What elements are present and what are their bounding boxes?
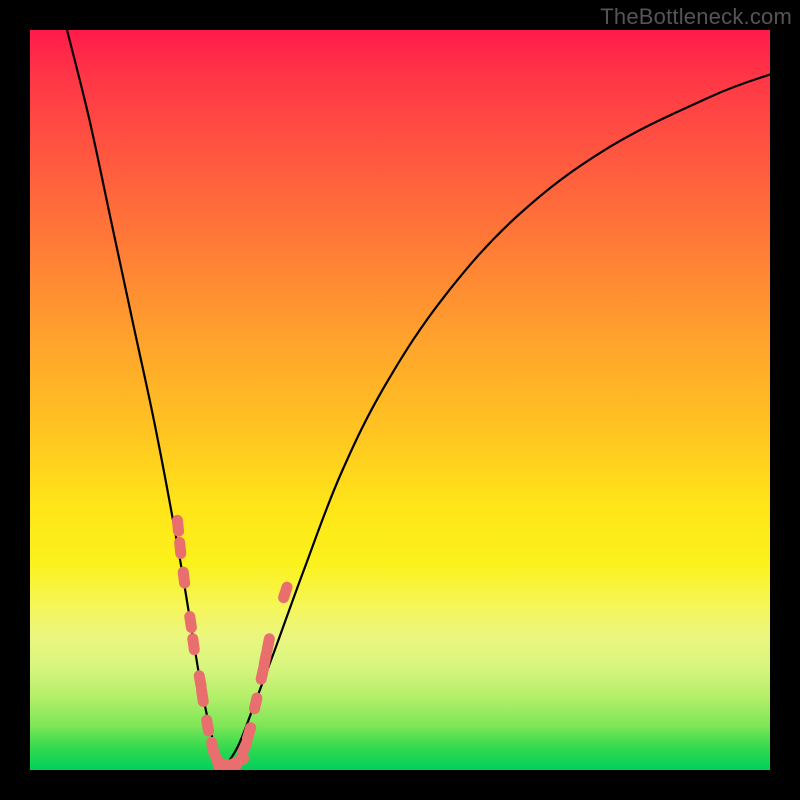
marker-point (183, 572, 184, 583)
marker-point (193, 639, 194, 650)
marker-point (207, 720, 209, 731)
marker-point (247, 728, 250, 739)
curve-left-branch (67, 30, 222, 770)
marker-group (177, 520, 287, 767)
marker-point (242, 743, 246, 753)
chart-frame: TheBottleneck.com (0, 0, 800, 800)
marker-point (177, 520, 178, 531)
curve-right-branch (222, 74, 770, 770)
marker-point (254, 698, 256, 709)
marker-point (190, 617, 192, 628)
curve-layer (30, 30, 770, 770)
watermark-text: TheBottleneck.com (600, 4, 792, 30)
marker-point (261, 668, 263, 679)
plot-area (30, 30, 770, 770)
marker-point (284, 587, 287, 597)
marker-point (267, 639, 269, 650)
marker-point (180, 543, 181, 554)
marker-point (199, 676, 201, 687)
marker-point (264, 654, 266, 665)
marker-point (234, 759, 244, 764)
marker-point (202, 691, 204, 702)
